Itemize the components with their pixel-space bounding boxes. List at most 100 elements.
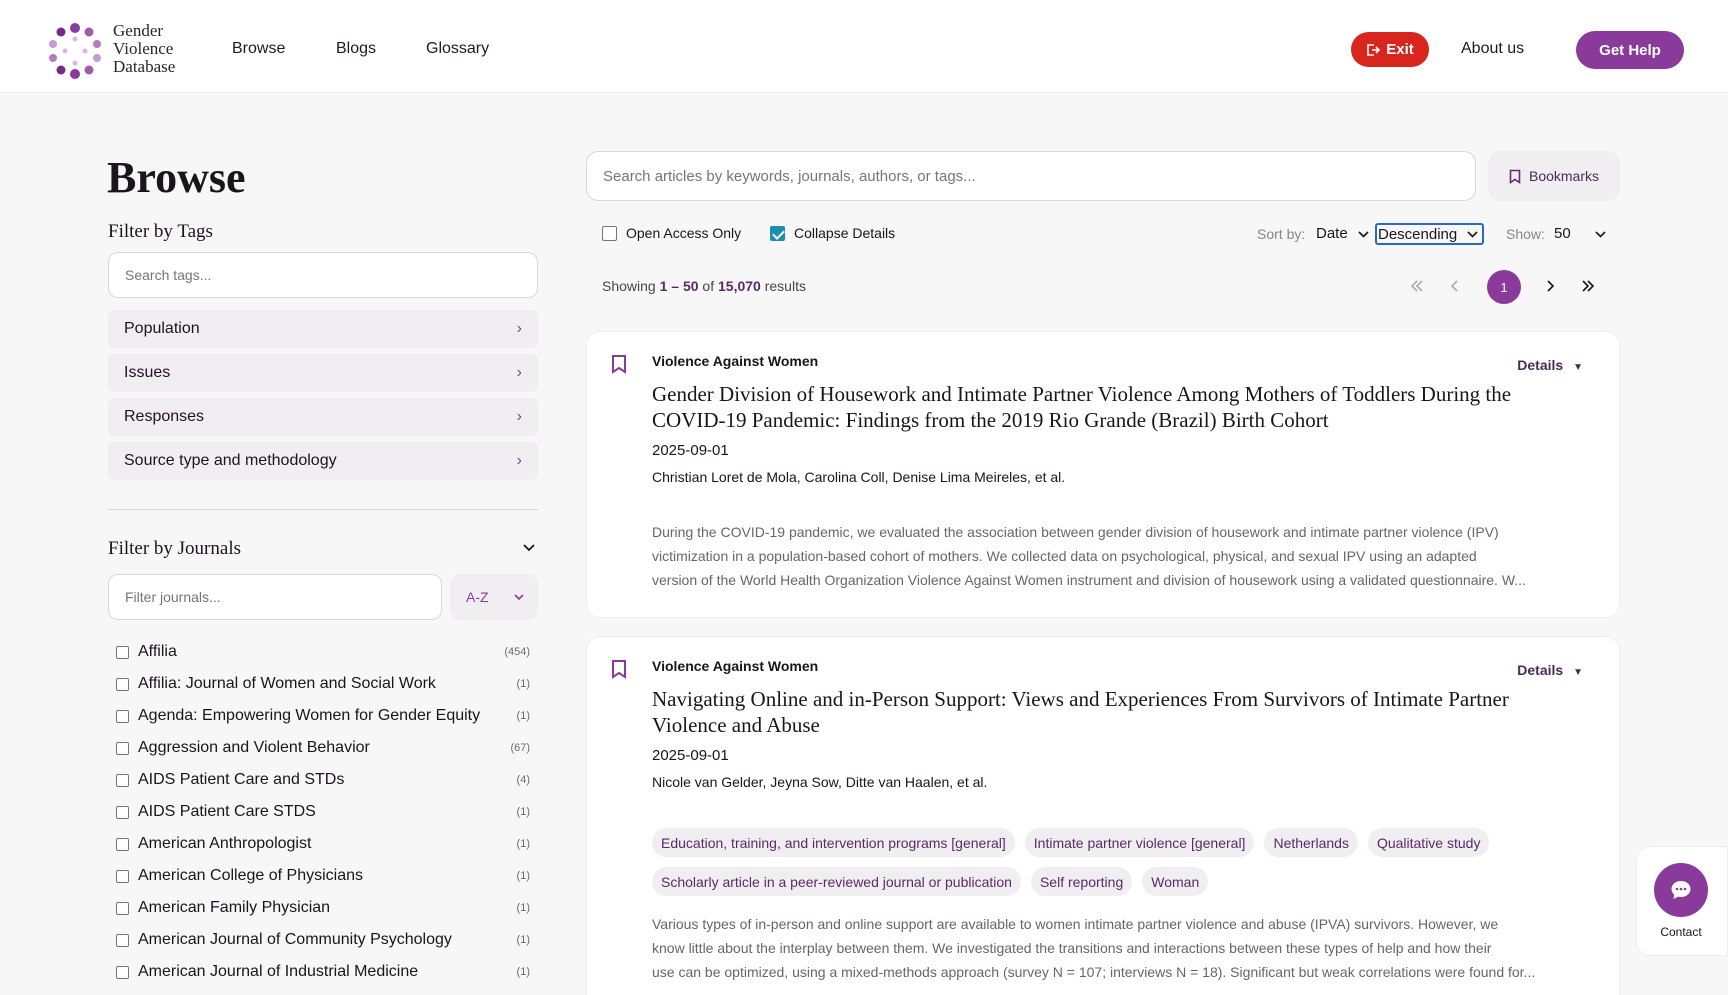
journal-checkbox[interactable]	[116, 645, 129, 659]
sidebar-divider	[108, 509, 538, 510]
tag-search-input[interactable]	[108, 252, 538, 298]
bookmarks-button[interactable]: Bookmarks	[1488, 151, 1620, 201]
journal-name: American Journal of Industrial Medicine	[138, 963, 419, 980]
caret-down-icon: ▼	[1573, 362, 1583, 373]
collapse-details-toggle[interactable]: Collapse Details	[770, 225, 895, 241]
journal-count: (1)	[516, 902, 530, 914]
open-access-label: Open Access Only	[626, 225, 742, 241]
journal-checkbox[interactable]	[116, 709, 129, 723]
article-abstract: During the COVID-19 pandemic, we evaluat…	[652, 520, 1600, 592]
journal-item[interactable]: American Family Physician (1)	[116, 892, 530, 924]
category-label: Population	[124, 320, 200, 337]
journal-checkbox[interactable]	[116, 837, 129, 851]
nav-glossary[interactable]: Glossary	[426, 40, 489, 58]
exit-button[interactable]: Exit	[1351, 32, 1429, 67]
details-toggle[interactable]: Details ▼	[1517, 357, 1583, 373]
journal-item[interactable]: Agenda: Empowering Women for Gender Equi…	[116, 700, 530, 732]
journal-item[interactable]: Aggression and Violent Behavior (67)	[116, 732, 530, 764]
journals-filter-title: Filter by Journals	[108, 538, 241, 559]
journal-checkbox[interactable]	[116, 901, 129, 915]
tag-chip[interactable]: Scholarly article in a peer-reviewed jou…	[652, 867, 1021, 896]
bookmark-icon	[1509, 169, 1521, 184]
get-help-button[interactable]: Get Help	[1576, 31, 1684, 69]
last-page-icon[interactable]	[1581, 279, 1595, 293]
chevron-down-icon	[1595, 231, 1606, 238]
about-link[interactable]: About us	[1461, 40, 1524, 58]
details-label: Details	[1517, 662, 1564, 678]
tag-chip[interactable]: Education, training, and intervention pr…	[652, 828, 1015, 857]
abstract-line: During the COVID-19 pandemic, we evaluat…	[652, 524, 1499, 540]
journal-item[interactable]: American Journal of Industrial Medicine (…	[116, 956, 530, 988]
journal-name: American Family Physician	[138, 899, 331, 916]
abstract-line: use can be optimized, using a mixed-meth…	[652, 964, 1536, 980]
chevron-down-icon[interactable]	[522, 543, 536, 553]
brand-name[interactable]: Gender Violence Database	[113, 22, 175, 76]
article-journal[interactable]: Violence Against Women	[652, 353, 818, 369]
journal-item[interactable]: Affilia: Journal of Women and Social Wor…	[116, 668, 530, 700]
collapse-details-checkbox[interactable]	[770, 225, 785, 241]
article-abstract: Various types of in-person and online su…	[652, 912, 1600, 984]
abstract-line: version of the World Health Organization…	[652, 572, 1526, 588]
nav-blogs[interactable]: Blogs	[336, 40, 376, 58]
chevron-right-icon: ›	[516, 364, 522, 381]
journal-checkbox[interactable]	[116, 965, 129, 979]
results-range: 1 – 50	[659, 278, 699, 294]
category-responses[interactable]: Responses ›	[108, 398, 538, 436]
tag-chip[interactable]: Intimate partner violence [general]	[1024, 828, 1255, 857]
category-source-type[interactable]: Source type and methodology ›	[108, 442, 538, 480]
journal-item[interactable]: AIDS Patient Care and STDs (4)	[116, 764, 530, 796]
journal-checkbox[interactable]	[116, 741, 129, 755]
journal-filter-input[interactable]	[108, 574, 442, 620]
results-total: 15,070	[718, 278, 761, 294]
journal-checkbox[interactable]	[116, 677, 129, 691]
chat-icon	[1671, 881, 1691, 899]
sort-order-select[interactable]: Descending	[1375, 223, 1484, 245]
article-title[interactable]: Gender Division of Housework and Intimat…	[652, 381, 1512, 433]
contact-button[interactable]	[1654, 863, 1708, 917]
show-count-select[interactable]: 50	[1554, 225, 1606, 242]
journal-item[interactable]: American Journal of Community Psychology…	[116, 924, 530, 956]
journal-item[interactable]: AIDS Patient Care STDS (1)	[116, 796, 530, 828]
journal-item[interactable]: American Anthropologist (1)	[116, 828, 530, 860]
first-page-icon[interactable]	[1410, 279, 1424, 293]
journal-sort-select[interactable]: A-Z	[450, 574, 538, 620]
article-search-input[interactable]	[586, 151, 1476, 201]
tag-chip[interactable]: Netherlands	[1264, 828, 1358, 857]
category-issues[interactable]: Issues ›	[108, 354, 538, 392]
contact-label: Contact	[1660, 925, 1702, 939]
tags-filter-title: Filter by Tags	[108, 221, 213, 242]
journal-checkbox[interactable]	[116, 805, 129, 819]
journal-checkbox[interactable]	[116, 933, 129, 947]
abstract-line: Various types of in-person and online su…	[652, 916, 1499, 932]
journal-name: AIDS Patient Care and STDs	[138, 771, 345, 788]
open-access-toggle[interactable]: Open Access Only	[602, 225, 741, 241]
article-journal[interactable]: Violence Against Women	[652, 658, 818, 674]
journal-count: (1)	[516, 710, 530, 722]
details-toggle[interactable]: Details ▼	[1517, 662, 1583, 678]
journal-count: (1)	[516, 678, 530, 690]
journal-name: American College of Physicians	[138, 867, 363, 884]
tag-chip[interactable]: Woman	[1142, 867, 1209, 896]
site-header: Gender Violence Database Browse Blogs Gl…	[0, 0, 1728, 93]
bookmark-icon[interactable]	[611, 659, 627, 679]
bookmark-icon[interactable]	[611, 354, 627, 374]
journal-item[interactable]: American College of Physicians (1)	[116, 860, 530, 892]
article-card[interactable]: Violence Against Women Details ▼ Gender …	[586, 331, 1620, 618]
tag-chip[interactable]: Qualitative study	[1367, 828, 1490, 857]
logo-icon[interactable]	[46, 22, 104, 80]
sort-field-select[interactable]: Date	[1316, 225, 1369, 242]
tag-chip[interactable]: Self reporting	[1030, 867, 1133, 896]
journal-checkbox[interactable]	[116, 869, 129, 883]
journal-name: American Anthropologist	[138, 835, 312, 852]
article-title[interactable]: Navigating Online and in-Person Support:…	[652, 686, 1512, 738]
category-population[interactable]: Population ›	[108, 310, 538, 348]
journal-checkbox[interactable]	[116, 773, 129, 787]
next-page-icon[interactable]	[1545, 279, 1555, 293]
article-card[interactable]: Violence Against Women Details ▼ Navigat…	[586, 636, 1620, 995]
page-1-button[interactable]: 1	[1487, 270, 1521, 304]
journal-item[interactable]: Affilia (454)	[116, 636, 530, 668]
journal-name: Affilia	[138, 643, 177, 660]
nav-browse[interactable]: Browse	[232, 40, 285, 58]
open-access-checkbox[interactable]	[602, 225, 617, 241]
prev-page-icon[interactable]	[1450, 279, 1460, 293]
